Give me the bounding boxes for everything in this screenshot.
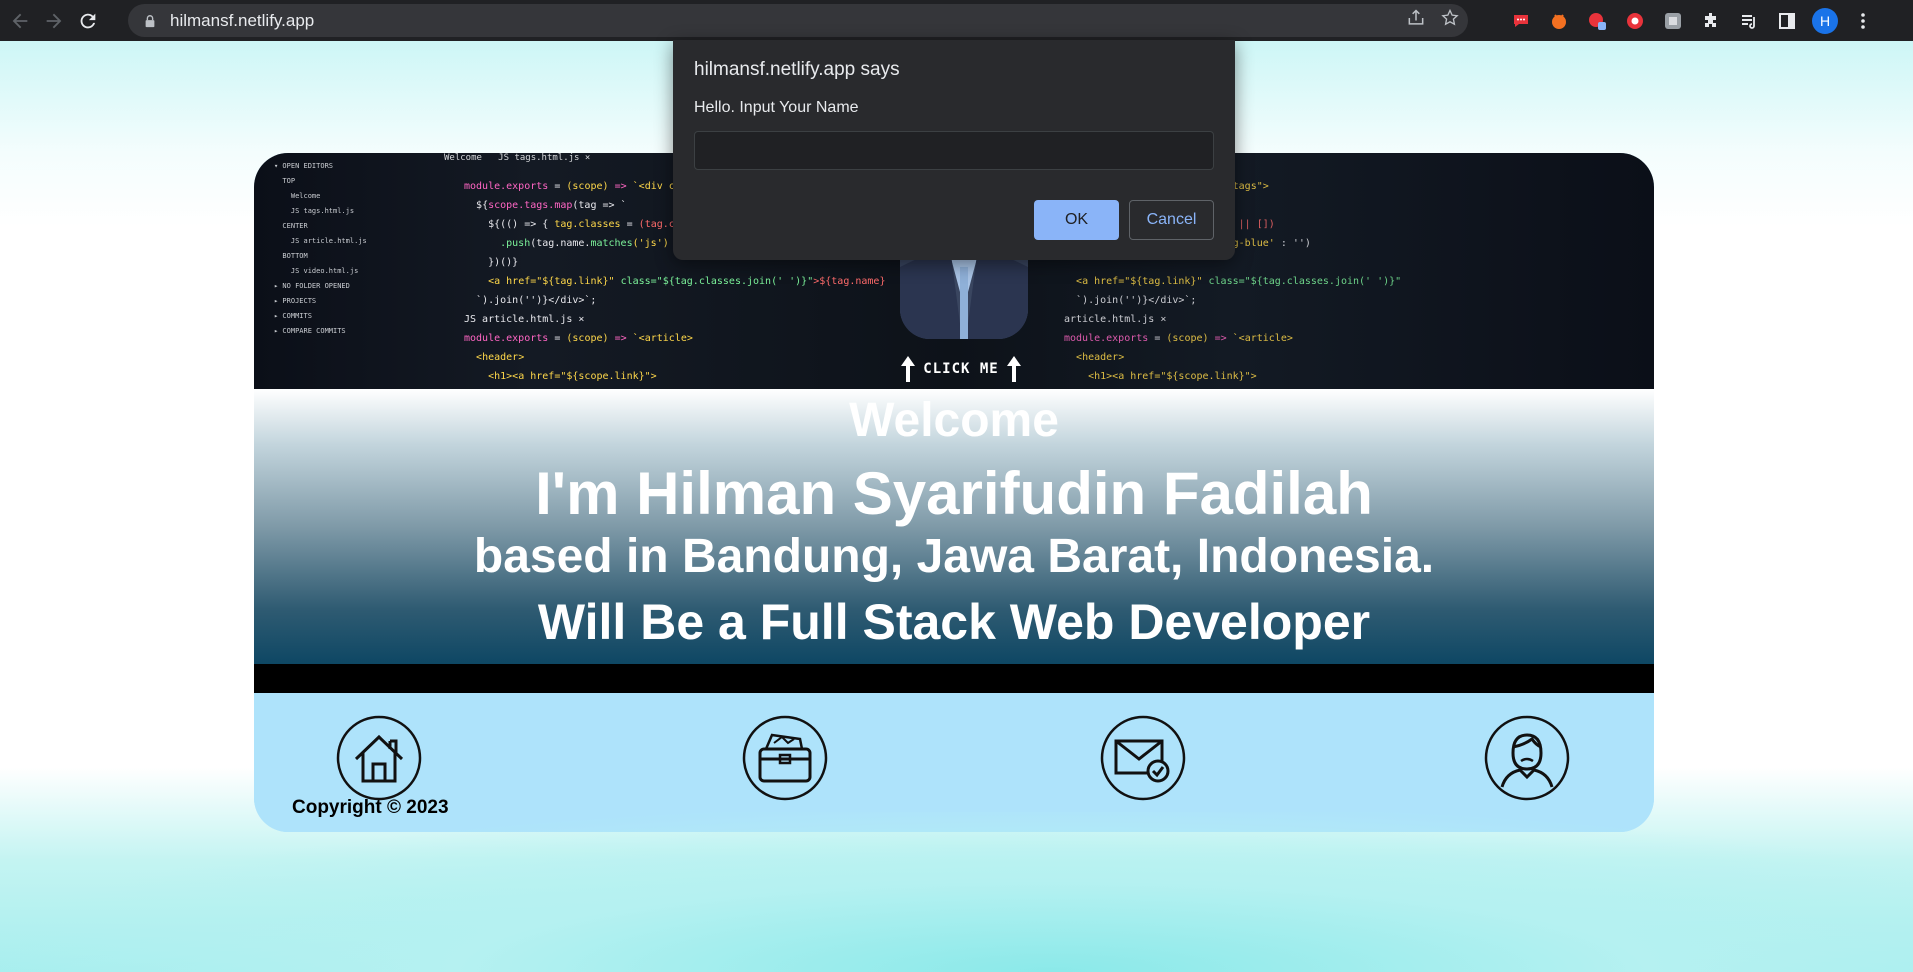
browser-toolbar: hilmansf.netlify.app H <box>0 0 1913 41</box>
ok-button[interactable]: OK <box>1034 200 1119 240</box>
dialog-title: hilmansf.netlify.app says <box>694 59 900 80</box>
star-icon[interactable] <box>1440 8 1460 33</box>
copyright-text: Copyright © 2023 <box>292 797 449 818</box>
cancel-button[interactable]: Cancel <box>1129 200 1214 240</box>
divider-bar <box>254 664 1654 693</box>
arrow-up-icon <box>901 356 916 382</box>
profile-avatar[interactable]: H <box>1812 7 1838 34</box>
url-text[interactable]: hilmansf.netlify.app <box>170 11 314 31</box>
about-icon[interactable] <box>1484 715 1570 801</box>
orange-extension-icon[interactable] <box>1546 8 1572 34</box>
back-icon[interactable] <box>6 7 34 35</box>
extensions-icon[interactable] <box>1698 8 1724 34</box>
screenshot-extension-icon[interactable] <box>1660 8 1686 34</box>
location-heading: based in Bandung, Jawa Barat, Indonesia. <box>473 530 1435 583</box>
click-me-button[interactable]: CLICK ME <box>896 353 1026 385</box>
profile-photo[interactable] <box>900 247 1028 339</box>
red-badge-extension-icon[interactable] <box>1584 8 1610 34</box>
portfolio-icon[interactable] <box>742 715 828 801</box>
menu-icon[interactable] <box>1850 8 1876 34</box>
name-heading: I'm Hilman Syarifudin Fadilah <box>535 460 1373 527</box>
share-icon[interactable] <box>1406 8 1426 33</box>
contact-icon[interactable] <box>1100 715 1186 801</box>
prompt-dialog: hilmansf.netlify.app says Hello. Input Y… <box>673 40 1235 260</box>
lock-icon[interactable] <box>142 13 158 29</box>
reading-list-icon[interactable] <box>1736 8 1762 34</box>
click-me-label: CLICK ME <box>923 361 999 377</box>
nav-icon-bar <box>254 693 1654 832</box>
home-icon[interactable] <box>336 715 422 801</box>
goal-heading: Will Be a Full Stack Web Developer <box>537 594 1371 650</box>
dialog-message: Hello. Input Your Name <box>694 99 859 116</box>
side-panel-icon[interactable] <box>1774 8 1800 34</box>
arrow-up-icon <box>1006 356 1021 382</box>
welcome-heading: Welcome <box>849 394 1059 447</box>
name-input[interactable] <box>694 131 1214 170</box>
address-bar[interactable]: hilmansf.netlify.app <box>128 4 1468 37</box>
reload-icon[interactable] <box>74 7 102 35</box>
chat-extension-icon[interactable] <box>1508 8 1534 34</box>
record-extension-icon[interactable] <box>1622 8 1648 34</box>
forward-icon[interactable] <box>40 7 68 35</box>
intro-banner: Welcome I'm Hilman Syarifudin Fadilah ba… <box>254 389 1654 664</box>
